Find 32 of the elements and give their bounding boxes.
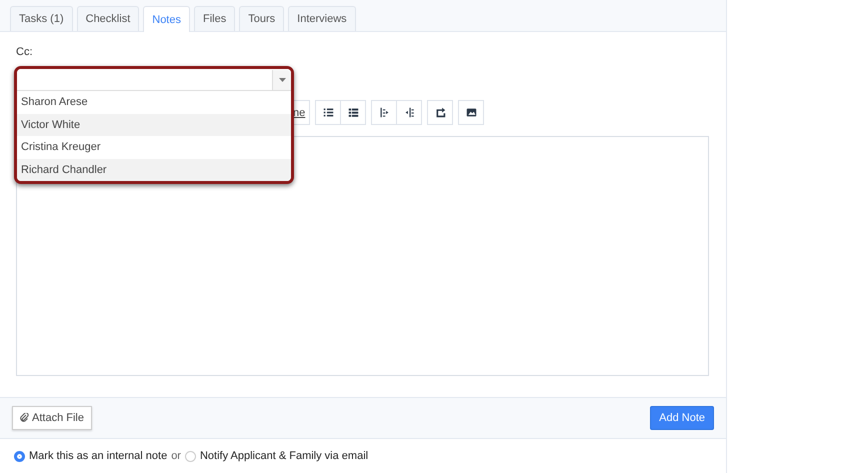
numbered-list-icon	[348, 107, 359, 118]
tab[interactable]: Tasks (1)	[10, 6, 73, 31]
paperclip-icon	[20, 413, 29, 423]
toolbar-button[interactable]	[315, 100, 342, 125]
tab[interactable]: Files	[194, 6, 236, 31]
dropdown-option[interactable]: Victor White	[17, 114, 291, 136]
toolbar-button[interactable]	[458, 100, 484, 125]
dropdown-option[interactable]: Sharon Arese	[17, 91, 291, 114]
separator-text: or	[171, 450, 181, 462]
toolbar-button[interactable]	[340, 100, 366, 125]
caret-icon	[278, 78, 286, 82]
dropdown-option[interactable]: Cristina Kreuger	[17, 136, 291, 158]
outdent-icon	[404, 107, 415, 118]
radio-label: Notify Applicant & Family via email	[200, 450, 368, 462]
bulleted-list-icon	[322, 107, 334, 118]
toolbar-button[interactable]	[396, 100, 422, 125]
add-note-button[interactable]: Add Note	[650, 406, 714, 430]
toolbar-button[interactable]	[427, 100, 454, 125]
toolbar-button[interactable]	[371, 100, 398, 125]
field-label: Cc:	[16, 46, 34, 58]
dropdown-option[interactable]: Richard Chandler	[17, 158, 291, 181]
indent-icon	[378, 107, 390, 118]
attach-file-button[interactable]: Attach File	[12, 406, 92, 430]
tab[interactable]: Interviews	[288, 6, 356, 31]
radio-button[interactable]	[184, 450, 196, 462]
tab[interactable]: Checklist	[76, 6, 140, 31]
tab[interactable]: Notes	[143, 6, 190, 32]
image-icon	[466, 107, 477, 118]
redo-icon	[434, 107, 446, 118]
radio-button[interactable]	[14, 450, 25, 462]
tab[interactable]: Tours	[239, 6, 284, 31]
radio-label: Mark this as an internal note	[29, 450, 168, 462]
